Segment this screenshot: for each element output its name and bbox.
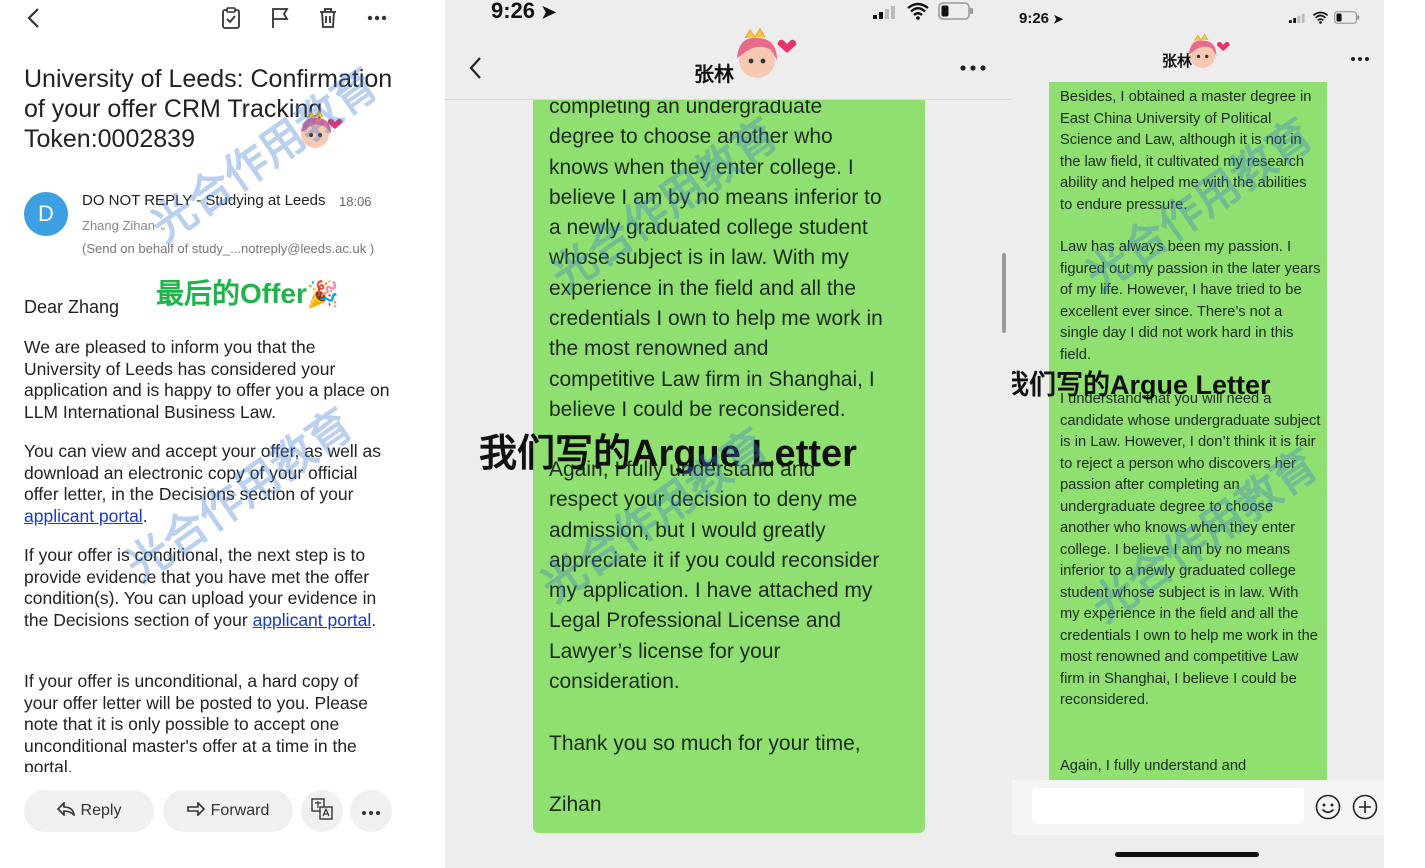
status-bar: 9:26 ➤ [445, 0, 1012, 26]
sender-avatar: D [24, 192, 68, 236]
chat-panel-small: 9:26 ➤ 张林 Besides, I obtained a master d… [1012, 0, 1384, 868]
letter-line: experience in the field and all the [549, 276, 857, 300]
p3-end: . [371, 609, 377, 630]
status-time: 9:26 ➤ [491, 0, 556, 24]
email-paragraph-1: We are pleased to inform you that the Un… [24, 337, 390, 422]
status-time-text: 9:26 [1019, 10, 1050, 27]
chat-nav-bar: 张林 [445, 28, 1012, 100]
email-paragraph-2: You can view and accept your offer, as w… [24, 441, 396, 527]
send-behalf-text: (Send on behalf of study_...notreply@lee… [82, 241, 375, 256]
trash-icon[interactable] [316, 6, 340, 30]
translate-button[interactable] [301, 790, 343, 832]
letter-paragraph-1: Besides, I obtained a master degree in E… [1060, 89, 1312, 213]
back-chevron-icon[interactable] [22, 6, 44, 30]
scrollbar[interactable] [1002, 253, 1006, 333]
chat-input-bar [1012, 780, 1384, 835]
battery-icon [1334, 11, 1360, 24]
more-button[interactable] [350, 790, 392, 832]
more-dots-icon [362, 802, 380, 820]
flag-icon[interactable] [268, 6, 292, 30]
forward-label: Forward [210, 802, 270, 819]
letter-line: a newly graduated college student [549, 216, 868, 240]
chevron-down-icon: ⌄ [158, 222, 168, 233]
forward-button[interactable]: Forward [163, 790, 293, 832]
email-panel: University of Leeds: Confirmation of you… [0, 0, 410, 868]
argue-letter-overlay: 我们写的Argue Letter [479, 433, 857, 475]
letter-line: Lawyer’s license for your [549, 639, 781, 663]
letter-line: respect your decision to deny me [549, 488, 858, 512]
emoji-icon[interactable] [1315, 794, 1341, 820]
letter-line: knows when they enter college. I [549, 155, 854, 179]
letter-signature: Zihan [549, 793, 602, 816]
clipboard-check-icon[interactable] [219, 6, 243, 30]
reply-button[interactable]: Reply [24, 790, 154, 832]
home-indicator [1115, 852, 1259, 857]
letter-line: the most renowned and [549, 337, 769, 361]
translate-icon [311, 797, 333, 825]
letter-line: appreciate it if you could reconsider [549, 548, 880, 572]
offer-overlay-text: 最后的Offer [156, 278, 307, 309]
greeting: Dear Zhang [24, 297, 120, 317]
forward-arrow-icon [186, 800, 205, 821]
email-paragraph-4: If your offer is unconditional, a hard c… [24, 671, 369, 772]
cartoon-sticker-icon [727, 26, 807, 91]
applicant-portal-link-2[interactable]: applicant portal [253, 610, 372, 630]
location-arrow-icon: ➤ [541, 2, 557, 22]
letter-paragraph-b: Again, I fully understand and respect yo… [549, 455, 919, 697]
battery-icon [938, 2, 974, 20]
plus-icon[interactable] [1352, 794, 1378, 820]
p2-text: You can view and accept your offer, as w… [24, 441, 382, 504]
letter-line: whose subject is in law. With my [549, 246, 849, 270]
letter-line: credentials I own to help me work in [549, 307, 883, 331]
signal-icon [873, 5, 897, 19]
back-chevron-icon[interactable] [465, 54, 485, 82]
letter-paragraph-4: Again, I fully understand and [1060, 758, 1247, 774]
cartoon-sticker-icon [1182, 32, 1237, 79]
chat-panel-large: 9:26 ➤ 张林 completing an undergraduate de… [445, 0, 1012, 868]
sender-name[interactable]: DO NOT REPLY - Studying at Leeds [82, 192, 325, 209]
letter-paragraph-2: Law has always been my passion. I figure… [1060, 239, 1321, 363]
recipient-label: Zhang Zihan [82, 218, 155, 233]
message-bubble: Besides, I obtained a master degree in E… [1049, 82, 1327, 782]
letter-line: degree to choose another who [549, 125, 833, 149]
status-time-text: 9:26 [491, 0, 536, 23]
p2-end: . [142, 505, 148, 526]
message-input[interactable] [1032, 788, 1304, 824]
wifi-icon [906, 2, 930, 20]
more-dots-icon[interactable] [1351, 57, 1369, 61]
email-paragraph-3: If your offer is conditional, the next s… [24, 545, 396, 631]
letter-line: admission, but I would greatly [549, 518, 826, 542]
chat-nav-bar: 张林 [1012, 30, 1384, 82]
cartoon-sticker-icon [293, 108, 353, 163]
letter-line: Legal Professional License and [549, 609, 841, 633]
argue-letter-overlay: 我们写的Argue Letter [1012, 370, 1271, 400]
status-time: 9:26 ➤ [1019, 10, 1063, 27]
wifi-icon [1312, 11, 1329, 24]
more-dots-icon[interactable] [960, 65, 986, 71]
letter-line: believe I could be reconsidered. [549, 397, 846, 421]
letter-line: believe I am by no means inferior to [549, 185, 882, 209]
letter-line: completing an undergraduate [549, 100, 823, 118]
reply-arrow-icon [56, 800, 75, 821]
letter-line: competitive Law firm in Shanghai, I [549, 367, 875, 391]
location-arrow-icon: ➤ [1053, 12, 1064, 26]
reply-label: Reply [80, 802, 122, 819]
offer-overlay-title: 最后的Offer🎉 [156, 272, 339, 312]
letter-line: consideration. [549, 670, 680, 694]
signal-icon [1289, 13, 1306, 23]
applicant-portal-link[interactable]: applicant portal [24, 506, 143, 526]
more-dots-icon[interactable] [365, 6, 389, 30]
email-toolbar [0, 0, 410, 36]
letter-line: my application. I have attached my [549, 579, 873, 603]
letter-paragraph-a: completing an undergraduate degree to ch… [549, 100, 919, 425]
letter-thanks: Thank you so much for your time, [549, 732, 861, 755]
letter-paragraph-3: I understand that you will need a candid… [1060, 391, 1321, 708]
recipient-name[interactable]: Zhang Zihan ⌄ [82, 218, 167, 233]
party-popper-icon: 🎉 [306, 279, 340, 309]
email-time: 18:06 [339, 194, 372, 209]
